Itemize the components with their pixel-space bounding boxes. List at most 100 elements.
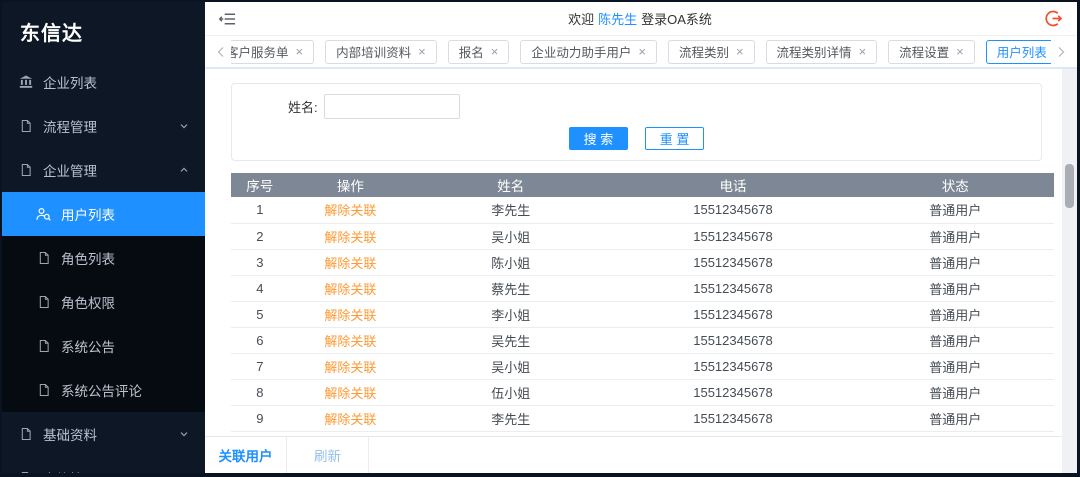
tabs-scroll-left-icon[interactable]: [211, 46, 231, 58]
cell-status: 普通用户: [856, 197, 1054, 224]
cell-index: 4: [231, 275, 289, 302]
sidebar-item-系统公告评论[interactable]: 系统公告评论: [2, 368, 205, 412]
cell-name: 吴小姐: [412, 353, 610, 380]
refresh-button[interactable]: 刷新: [287, 437, 369, 473]
unlink-action[interactable]: 解除关联: [324, 282, 376, 297]
tabs-scroll-right-icon[interactable]: [1051, 46, 1071, 58]
tab-内部培训资料[interactable]: 内部培训资料 ×: [325, 39, 437, 64]
cell-name: 李先生: [412, 405, 610, 432]
table-row: 1 解除关联 李先生 15512345678 普通用户: [231, 197, 1054, 224]
file-icon: [18, 119, 33, 133]
close-icon[interactable]: ×: [956, 45, 964, 58]
column-header-电话: 电话: [609, 173, 857, 197]
unlink-action[interactable]: 解除关联: [324, 412, 376, 427]
sidebar-item-角色列表[interactable]: 角色列表: [2, 236, 205, 280]
cell-status: 普通用户: [856, 379, 1054, 406]
sidebar-item-label: 基础资料: [43, 428, 97, 443]
table-row: 8 解除关联 伍小姐 15512345678 普通用户: [231, 379, 1054, 406]
cell-index: 2: [231, 223, 289, 250]
associate-user-button[interactable]: 关联用户: [205, 437, 287, 473]
main-area: 欢迎 陈先生 登录OA系统 客户服务单 × 内部培训资料 × 报名 × 企业动力助手用户 × 流程类…: [205, 2, 1077, 473]
tab-报名[interactable]: 报名 ×: [447, 39, 510, 64]
cell-phone: 15512345678: [609, 327, 857, 354]
sidebar-item-企业管理[interactable]: 企业管理: [2, 148, 205, 192]
sidebar-item-用户列表[interactable]: 用户列表: [2, 192, 205, 236]
sidebar-item-实施管理[interactable]: 实施管理: [2, 456, 205, 473]
close-icon[interactable]: ×: [638, 45, 646, 58]
chevron-up-icon: [179, 165, 189, 175]
cell-phone: 15512345678: [609, 197, 857, 224]
tab-客户服务单[interactable]: 客户服务单 ×: [231, 39, 315, 64]
search-panel: 姓名: 搜 索 重 置: [231, 83, 1042, 161]
sidebar-item-label: 实施管理: [43, 468, 97, 473]
footer-bar: 关联用户 刷新: [205, 436, 1062, 473]
content-scrollbar[interactable]: [1062, 69, 1077, 473]
tab-label: 客户服务单: [231, 46, 289, 60]
sidebar-item-label: 角色列表: [61, 252, 115, 267]
sidebar-item-角色权限[interactable]: 角色权限: [2, 280, 205, 324]
unlink-action[interactable]: 解除关联: [324, 360, 376, 375]
name-input[interactable]: [323, 94, 460, 119]
column-header-序号: 序号: [231, 173, 289, 197]
sidebar-item-流程管理[interactable]: 流程管理: [2, 104, 205, 148]
file-icon: [36, 339, 51, 353]
unlink-action[interactable]: 解除关联: [324, 334, 376, 349]
sidebar: 东信达 企业列表 流程管理 企业管理 用户列表 角色列表 角色权限 系统公告 系统公告评论 基础…: [2, 2, 205, 473]
welcome-prefix: 欢迎: [568, 12, 595, 27]
sidebar-item-系统公告[interactable]: 系统公告: [2, 324, 205, 368]
sidebar-item-企业列表[interactable]: 企业列表: [2, 60, 205, 104]
tab-流程类别详情[interactable]: 流程类别详情 ×: [765, 39, 878, 64]
cell-phone: 15512345678: [609, 353, 857, 380]
unlink-action[interactable]: 解除关联: [324, 256, 376, 271]
sidebar-item-label: 系统公告评论: [61, 384, 142, 399]
tab-流程设置[interactable]: 流程设置 ×: [888, 39, 975, 64]
user-table: 序号 操作 姓名 电话 状态 1 解除关联 李先生 15512345678 普通用户 2 解除关联吴…: [231, 173, 1054, 432]
cell-name: 李先生: [412, 197, 610, 224]
tab-用户列表[interactable]: 用户列表×: [985, 39, 1051, 64]
column-header-状态: 状态: [856, 173, 1054, 197]
sidebar-item-label: 角色权限: [61, 296, 115, 311]
cell-phone: 15512345678: [609, 405, 857, 432]
scrollbar-thumb[interactable]: [1065, 164, 1074, 208]
tab-流程类别[interactable]: 流程类别 ×: [667, 39, 755, 64]
cell-index: 3: [231, 249, 289, 276]
unlink-action[interactable]: 解除关联: [324, 308, 376, 323]
sidebar-item-label: 流程管理: [43, 120, 97, 135]
unlink-action[interactable]: 解除关联: [324, 203, 376, 218]
welcome-text: 欢迎 陈先生 登录OA系统: [236, 9, 1044, 28]
cell-status: 普通用户: [856, 353, 1054, 380]
reset-button[interactable]: 重 置: [644, 127, 705, 150]
logout-icon[interactable]: [1044, 9, 1063, 28]
cell-index: 5: [231, 301, 289, 328]
cell-index: 1: [231, 197, 289, 224]
sidebar-item-label: 用户列表: [61, 208, 115, 223]
unlink-action[interactable]: 解除关联: [324, 230, 376, 245]
user-name-link[interactable]: 陈先生: [598, 12, 637, 27]
tab-label: 报名: [458, 46, 484, 60]
bank-icon: [18, 75, 33, 89]
close-icon[interactable]: ×: [491, 45, 499, 58]
app-window: 东信达 企业列表 流程管理 企业管理 用户列表 角色列表 角色权限 系统公告 系统公告评论 基础…: [0, 0, 1080, 477]
table-row: 7 解除关联 吴小姐 15512345678 普通用户: [231, 353, 1054, 380]
file-icon: [36, 383, 51, 397]
close-icon[interactable]: ×: [418, 45, 426, 58]
sidebar-item-基础资料[interactable]: 基础资料: [2, 412, 205, 456]
search-button[interactable]: 搜 索: [568, 127, 629, 150]
cell-index: 9: [231, 405, 289, 432]
cell-status: 普通用户: [856, 223, 1054, 250]
table-row: 2 解除关联 吴小姐 15512345678 普通用户: [231, 223, 1054, 250]
tab-label: 流程设置: [899, 46, 950, 60]
tab-企业动力助手用户[interactable]: 企业动力助手用户 ×: [520, 39, 657, 64]
close-icon[interactable]: ×: [859, 45, 867, 58]
cell-name: 李小姐: [412, 301, 610, 328]
close-icon[interactable]: ×: [296, 45, 304, 58]
unlink-action[interactable]: 解除关联: [324, 386, 376, 401]
tab-label: 流程类别详情: [776, 46, 852, 60]
close-icon[interactable]: ×: [736, 45, 744, 58]
collapse-menu-icon[interactable]: [219, 12, 236, 26]
top-header: 欢迎 陈先生 登录OA系统: [205, 2, 1077, 36]
file-icon: [36, 295, 51, 309]
user-search-icon: [36, 207, 51, 221]
table-row: 6 解除关联 吴先生 15512345678 普通用户: [231, 327, 1054, 354]
table-row: 5 解除关联 李小姐 15512345678 普通用户: [231, 301, 1054, 328]
